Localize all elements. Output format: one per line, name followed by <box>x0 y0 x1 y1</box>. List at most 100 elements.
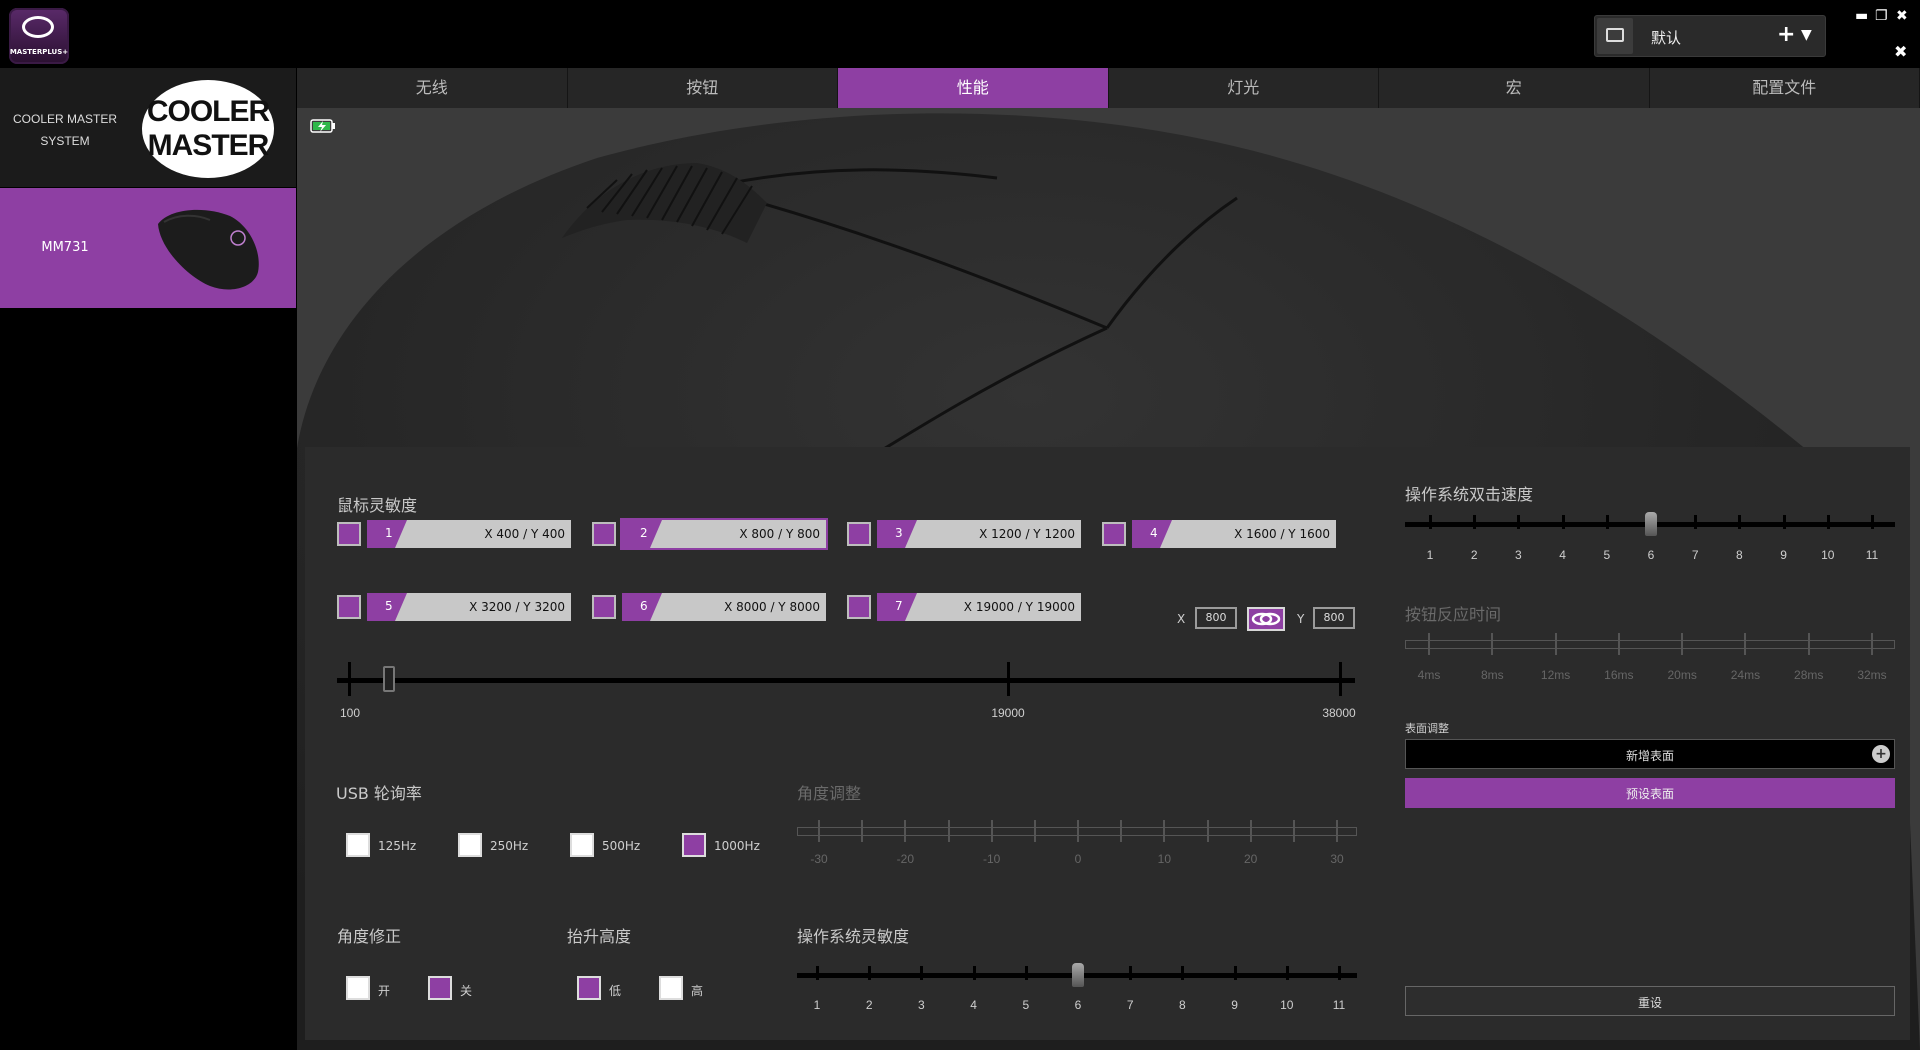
usb-rate-label: 500Hz <box>602 839 641 853</box>
preset-surface-label: 预设表面 <box>1625 787 1674 801</box>
image-icon[interactable] <box>1597 18 1633 54</box>
dpi-title: 鼠标灵敏度 <box>337 496 418 515</box>
slider-tick <box>1871 633 1873 655</box>
link-xy-button[interactable] <box>1247 607 1285 631</box>
angle-tick <box>1077 820 1079 842</box>
angle-tick <box>1033 820 1036 842</box>
dpi-stage-checkbox[interactable] <box>847 595 871 619</box>
slider-tick <box>1561 515 1565 529</box>
slider-thumb[interactable] <box>1645 512 1657 536</box>
dpi-stage-value: X 19000 / Y 19000 <box>963 600 1075 614</box>
angle-snap-on-label: 开 <box>378 984 391 998</box>
restore-button[interactable]: ❐ <box>1875 8 1888 24</box>
dpi-stage-checkbox[interactable] <box>592 522 616 546</box>
dpi-stage-checkbox[interactable] <box>592 595 616 619</box>
y-dpi-input[interactable]: 800 <box>1313 607 1355 629</box>
lift-off-high-checkbox[interactable] <box>659 976 683 1000</box>
usb-rate-checkbox[interactable] <box>570 833 594 857</box>
dpi-stage-checkbox[interactable] <box>337 595 361 619</box>
dpi-stage-number: 1 <box>367 520 407 548</box>
slider-tick-label: 24ms <box>1730 668 1761 682</box>
slider-tick <box>1744 633 1747 655</box>
slider-tick-label: 8 <box>1736 548 1743 562</box>
tab-lighting[interactable]: 灯光 <box>1108 68 1379 108</box>
usb-rate-checkbox[interactable] <box>682 833 706 857</box>
angle-tick-label: -20 <box>896 852 914 866</box>
tab-performance[interactable]: 性能 <box>838 68 1109 108</box>
response-time-title: 按钮反应时间 <box>1405 605 1502 624</box>
slider-tick-label: 4ms <box>1417 668 1441 682</box>
angle-snap-off-label: 关 <box>460 984 473 998</box>
dpi-slider-track[interactable] <box>337 678 1355 683</box>
slider-tick <box>1807 633 1810 655</box>
tab-profiles[interactable]: 配置文件 <box>1649 68 1920 108</box>
dpi-stage-bar[interactable]: 1 X 400 / Y 400 <box>367 520 571 548</box>
device-label: MM731 <box>41 240 89 255</box>
angle-snap-off-checkbox[interactable] <box>428 976 452 1000</box>
dpi-stage-checkbox[interactable] <box>337 522 361 546</box>
y-label: Y <box>1297 612 1305 626</box>
slider-tick <box>868 966 872 980</box>
slider-tick <box>1129 966 1133 980</box>
usb-rate-label: 1000Hz <box>714 839 760 853</box>
reset-button[interactable]: 重设 <box>1405 986 1895 1016</box>
tab-buttons[interactable]: 按钮 <box>567 68 838 108</box>
add-surface-button[interactable]: 新增表面 + <box>1405 739 1895 769</box>
sidebar-item-system[interactable]: COOLER MASTER SYSTEM COOLER MASTER <box>0 68 296 187</box>
x-dpi-input[interactable]: 800 <box>1195 607 1237 629</box>
usb-rate-checkbox[interactable] <box>346 833 370 857</box>
sidebar-item-device[interactable]: MM731 <box>0 188 296 308</box>
slider-tick-label: 4 <box>1559 548 1566 562</box>
lift-off-low-checkbox[interactable] <box>577 976 601 1000</box>
tab-macro[interactable]: 宏 <box>1379 68 1650 108</box>
chevron-down-icon[interactable]: ▼ <box>1801 27 1812 43</box>
angle-tick <box>1206 820 1209 842</box>
slider-tick-label: 20ms <box>1667 668 1697 682</box>
slider-tick <box>1826 515 1830 529</box>
slider-tick-label: 2 <box>865 998 873 1012</box>
angle-tick-label: 10 <box>1157 852 1172 866</box>
dpi-stage-number: 5 <box>367 593 407 621</box>
slider-tick <box>1782 515 1786 529</box>
dpi-stage-bar[interactable]: 7 X 19000 / Y 19000 <box>877 593 1081 621</box>
slider-thumb[interactable] <box>1072 963 1084 987</box>
plus-circle-icon[interactable]: + <box>1872 745 1890 763</box>
slider-tick <box>1605 515 1609 529</box>
dpi-stage-bar[interactable]: 2 X 800 / Y 800 <box>620 518 828 550</box>
dpi-stage-bar[interactable]: 6 X 8000 / Y 8000 <box>622 593 826 621</box>
angle-tick <box>1120 820 1123 842</box>
slider-tick-label: 16ms <box>1604 668 1634 682</box>
dpi-label-max: 38000 <box>1322 706 1356 720</box>
angle-tick <box>861 820 864 842</box>
dpi-label-mid: 19000 <box>991 706 1025 720</box>
slider-tick-label: 28ms <box>1794 668 1824 682</box>
close-app-icon[interactable]: ✖ <box>1894 42 1907 61</box>
angle-tick-label: -30 <box>810 852 828 866</box>
slider-tick-label: 2 <box>1470 548 1478 562</box>
angle-snap-title: 角度修正 <box>337 927 402 946</box>
slider-tick <box>1871 515 1874 529</box>
usb-rate-checkbox[interactable] <box>458 833 482 857</box>
add-profile-icon[interactable]: + <box>1777 22 1795 47</box>
angle-tick-label: 0 <box>1074 852 1082 866</box>
minimize-button[interactable]: ▬ <box>1855 8 1868 24</box>
dpi-stage-bar[interactable]: 4 X 1600 / Y 1600 <box>1132 520 1336 548</box>
usb-rate-label: 250Hz <box>490 839 529 853</box>
slider-tick-label: 5 <box>1022 998 1030 1012</box>
dpi-stage-value: X 3200 / Y 3200 <box>469 600 565 614</box>
dpi-stage-bar[interactable]: 3 X 1200 / Y 1200 <box>877 520 1081 548</box>
dpi-slider-thumb[interactable] <box>383 666 396 692</box>
profile-selector[interactable]: 默认 + ▼ <box>1594 15 1826 57</box>
dpi-stage-checkbox[interactable] <box>847 522 871 546</box>
response-time-track <box>1405 640 1895 649</box>
close-button[interactable]: ✖ <box>1896 8 1908 24</box>
profile-name: 默认 <box>1651 29 1682 47</box>
dpi-stage-number: 2 <box>622 520 662 548</box>
lift-off-high-label: 高 <box>691 984 704 998</box>
angle-snap-on-checkbox[interactable] <box>346 976 370 1000</box>
preset-surface-button[interactable]: 预设表面 <box>1405 778 1895 808</box>
dpi-stage-bar[interactable]: 5 X 3200 / Y 3200 <box>367 593 571 621</box>
tab-wireless[interactable]: 无线 <box>297 68 568 108</box>
os-sensitivity-title: 操作系统灵敏度 <box>797 927 910 946</box>
dpi-stage-checkbox[interactable] <box>1102 522 1126 546</box>
